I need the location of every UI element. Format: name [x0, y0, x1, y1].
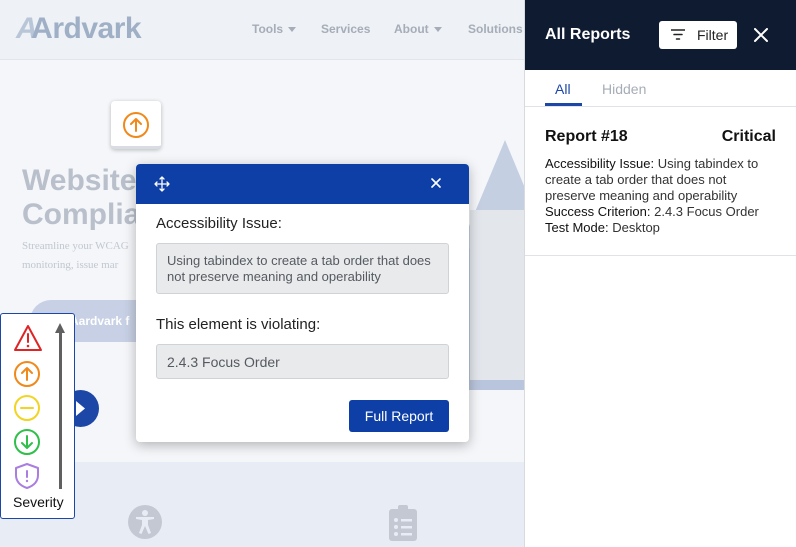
arrow-up-circle-icon	[14, 361, 40, 387]
hero-photo	[470, 210, 524, 380]
chevron-right-icon	[76, 401, 85, 416]
hero-title-line: Website	[22, 164, 137, 197]
tab-all[interactable]: All	[555, 81, 571, 97]
warning-triangle-icon	[14, 325, 42, 351]
full-report-button[interactable]: Full Report	[349, 400, 449, 432]
close-icon[interactable]	[754, 28, 768, 42]
logo-text: Ardvark	[31, 12, 142, 45]
severity-legend: Severity	[0, 313, 75, 519]
shield-alert-icon	[15, 463, 39, 489]
site-header: AArdvark Tools Services About Solutions	[0, 0, 524, 60]
popup-header	[136, 164, 469, 204]
close-icon[interactable]	[431, 178, 441, 188]
arrow-up-circle-icon	[123, 112, 149, 138]
panel-title: All Reports	[545, 26, 631, 43]
report-mode-text: Desktop	[612, 220, 660, 235]
hero-subtitle-line: monitoring, issue mar	[22, 259, 119, 271]
report-mode-label: Test Mode:	[545, 220, 609, 235]
tab-hidden[interactable]: Hidden	[602, 81, 646, 97]
nav-about[interactable]: About	[394, 22, 442, 36]
hero-subtitle: Streamline your WCAG monitoring, issue m…	[22, 237, 129, 275]
hero-title: Website Complia	[22, 164, 140, 232]
issue-description-field: Using tabindex to create a tab order tha…	[156, 243, 449, 294]
issue-popup: Accessibility Issue: Using tabindex to c…	[136, 164, 469, 442]
nav-tools[interactable]: Tools	[252, 22, 297, 36]
nav-services-label: Services	[321, 22, 371, 36]
report-card[interactable]: Report #18 Critical Accessibility Issue:…	[525, 107, 796, 256]
hero-title-line: Complia	[22, 198, 141, 231]
violating-label: This element is violating:	[156, 316, 321, 333]
caret-down-icon	[433, 27, 442, 32]
report-issue-label: Accessibility Issue:	[545, 156, 655, 171]
nav-about-label: About	[394, 22, 429, 36]
nav-solutions[interactable]: Solutions	[468, 22, 523, 36]
move-icon[interactable]	[154, 176, 170, 192]
caret-down-icon	[288, 27, 297, 32]
report-criterion-label: Success Criterion:	[545, 204, 651, 219]
features-band	[0, 462, 524, 547]
report-severity: Critical	[721, 128, 776, 145]
issue-label: Accessibility Issue:	[156, 215, 282, 232]
hero-subtitle-line: Streamline your WCAG	[22, 240, 129, 252]
severity-legend-label: Severity	[13, 494, 64, 510]
report-details: Accessibility Issue: Using tabindex to c…	[545, 156, 780, 236]
violating-criterion-field: 2.4.3 Focus Order	[156, 344, 449, 379]
clipboard-list-icon	[389, 505, 417, 541]
issue-marker-badge[interactable]	[111, 101, 161, 149]
report-title: Report #18	[545, 128, 628, 145]
report-criterion-text: 2.4.3 Focus Order	[654, 204, 759, 219]
severity-scale-bar	[59, 332, 62, 489]
reports-panel: All Reports Filter All Hidden Report #18…	[524, 0, 796, 547]
minus-circle-icon	[14, 395, 40, 421]
reports-tabs: All Hidden	[525, 70, 796, 107]
site-logo[interactable]: AArdvark	[16, 12, 142, 46]
nav-services[interactable]: Services	[321, 22, 370, 36]
filter-button-label: Filter	[697, 27, 729, 43]
nav-tools-label: Tools	[252, 22, 284, 36]
accessibility-icon	[128, 505, 162, 539]
filter-icon	[671, 29, 685, 40]
reports-panel-header: All Reports Filter	[525, 0, 796, 70]
filter-button[interactable]: Filter	[659, 21, 737, 49]
arrow-down-circle-icon	[14, 429, 40, 455]
active-tab-indicator	[545, 103, 582, 106]
nav-solutions-label: Solutions	[468, 22, 523, 36]
